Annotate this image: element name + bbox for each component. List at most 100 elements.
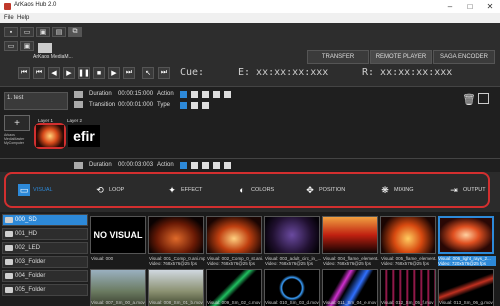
type-toggle-1[interactable]	[180, 102, 187, 109]
tab-remote-player[interactable]: REMOTE PLAYER	[370, 50, 432, 64]
folder-item[interactable]: 003_Folder	[2, 256, 88, 268]
close-icon[interactable]: ✕	[480, 0, 500, 13]
thumb-caption-sub: Video: 768x576@25 fps	[207, 261, 256, 266]
device-icon[interactable]: ▭	[4, 41, 18, 51]
copy-icon[interactable]: ⧉	[68, 27, 82, 37]
tab-loop[interactable]: ⟲ LOOP	[94, 182, 124, 198]
action-toggle-3[interactable]	[202, 91, 209, 98]
pause-icon[interactable]: ❚❚	[78, 67, 90, 79]
thumb-tile[interactable]	[322, 216, 378, 254]
thumb-tile[interactable]	[380, 216, 436, 254]
tab-output-label: OUTPUT	[463, 187, 486, 193]
skip-start-icon[interactable]: ⏮	[18, 67, 30, 79]
tab-colors[interactable]: ◐ COLORS	[236, 182, 274, 198]
action-toggle-2[interactable]	[191, 91, 198, 98]
prev-icon[interactable]: ⏮	[33, 67, 45, 79]
action-toggle-1[interactable]	[180, 162, 187, 169]
folder-icon	[5, 231, 13, 237]
tab-loop-label: LOOP	[109, 187, 125, 193]
tab-output[interactable]: ⇥ OUTPUT	[448, 182, 486, 198]
folder-list: 000_SD 001_HD 002_LED 003_Folder 004_Fol…	[0, 212, 90, 306]
stop-icon[interactable]: ■	[93, 67, 105, 79]
duration-value[interactable]: 00:00:03:003	[118, 162, 153, 168]
duration-label: Duration	[89, 162, 112, 168]
forward-icon[interactable]: ▶	[108, 67, 120, 79]
gear-icon[interactable]	[74, 101, 83, 108]
thumbnail-icon	[74, 91, 83, 98]
output-icon: ⇥	[450, 184, 458, 195]
action-label: Action	[157, 91, 174, 97]
tab-position-label: POSITION	[319, 187, 346, 193]
tab-colors-label: COLORS	[251, 187, 275, 193]
open-icon[interactable]: ▭	[20, 27, 34, 37]
thumb-tile[interactable]	[438, 216, 494, 254]
rewind-icon[interactable]: ◀	[48, 67, 60, 79]
cue-row-1: 1. test Duration 00:00:15:000 Transition…	[0, 86, 500, 158]
mediamaster-icon[interactable]	[38, 43, 52, 53]
tab-position[interactable]: ✥ POSITION	[304, 182, 345, 198]
cursor-icon[interactable]: ↖	[142, 67, 154, 79]
thumb-caption-sub: Video: 720x576@25 fps	[438, 261, 496, 266]
mixing-icon: ❋	[381, 184, 389, 195]
tab-transfer[interactable]: TRANSFER	[307, 50, 369, 64]
folder-item[interactable]: 005_Folder	[2, 284, 88, 296]
window-title: ArKaos Hub 2.0	[14, 2, 57, 8]
action-toggle-5[interactable]	[224, 91, 231, 98]
folder-item[interactable]: 004_Folder	[2, 270, 88, 282]
loop-icon: ⟲	[96, 184, 104, 195]
thumb-caption-sub: Video: 768x576@25 fps	[265, 261, 314, 266]
action-toggle-1[interactable]	[180, 91, 187, 98]
tab-effect[interactable]: ✦ EFFECT	[166, 182, 202, 198]
menu-bar: File Help	[0, 13, 500, 23]
maximize-icon[interactable]: □	[460, 0, 480, 13]
folder-label: 003_Folder	[15, 259, 46, 265]
thumb-caption-sub: Video: 768x576@25 fps	[381, 261, 430, 266]
thumb-caption-sub: Video: 768x576@25 fps	[323, 261, 372, 266]
minimize-icon[interactable]: –	[440, 0, 460, 13]
new-icon[interactable]: ▪	[4, 27, 18, 37]
next-cue-icon[interactable]: ⏭	[158, 67, 170, 79]
trash-icon[interactable]: 🗑	[462, 93, 476, 106]
tab-mixing[interactable]: ❋ MIXING	[379, 182, 414, 198]
add-layer-button[interactable]: +	[4, 115, 30, 131]
export-icon[interactable]: ▤	[52, 27, 66, 37]
duration-value[interactable]: 00:00:15:000	[118, 91, 153, 97]
tab-visual-label: VISUAL	[33, 187, 53, 193]
menu-file[interactable]: File	[4, 15, 14, 21]
folder-item[interactable]: 001_HD	[2, 228, 88, 240]
screen-icon[interactable]: ▣	[20, 41, 34, 51]
action-toggle-2[interactable]	[191, 162, 198, 169]
folder-icon	[5, 287, 13, 293]
play-icon[interactable]: ▶	[63, 67, 75, 79]
action-toggle-3[interactable]	[202, 162, 209, 169]
folder-item[interactable]: 002_LED	[2, 242, 88, 254]
elapsed-timecode: E: xx:xx:xx:xxx	[238, 67, 329, 78]
tab-mixing-label: MIXING	[394, 187, 414, 193]
folder-item[interactable]: 000_SD	[2, 214, 88, 226]
thumb-tile[interactable]	[206, 216, 262, 254]
tab-saga-encoder[interactable]: SAGA ENCODER	[433, 50, 495, 64]
title-bar: ArKaos Hub 2.0 – □ ✕	[0, 0, 500, 13]
transition-value[interactable]: 00:00:01:000	[118, 102, 153, 108]
menu-help[interactable]: Help	[17, 15, 29, 21]
thumb-tile[interactable]: NO VISUAL	[90, 216, 146, 254]
device-info: Arkaos MediaMaster MyComputer	[4, 133, 25, 145]
save-icon[interactable]: ▣	[36, 27, 50, 37]
wand-icon: ✦	[168, 184, 176, 195]
cue-name[interactable]: 1. test	[4, 92, 68, 110]
thumb-caption-sub: Video: 768x576@25 fps	[149, 261, 198, 266]
action-toggle-4[interactable]	[213, 162, 220, 169]
palette-icon: ◐	[239, 185, 245, 195]
action-toggle-5[interactable]	[224, 162, 231, 169]
skip-end-icon[interactable]: ⏭	[123, 67, 135, 79]
thumb-tile[interactable]	[148, 216, 204, 254]
expand-icon[interactable]	[478, 93, 489, 104]
remaining-timecode: R: xx:xx:xx:xxx	[362, 67, 453, 78]
layer-2-thumbnail[interactable]: efir	[68, 125, 100, 147]
thumb-tile[interactable]	[264, 216, 320, 254]
layer-thumbnail[interactable]	[36, 125, 64, 147]
type-toggle-3[interactable]	[202, 102, 209, 109]
tab-visual[interactable]: ▭ VISUAL	[18, 182, 53, 198]
action-toggle-4[interactable]	[213, 91, 220, 98]
type-toggle-2[interactable]	[191, 102, 198, 109]
